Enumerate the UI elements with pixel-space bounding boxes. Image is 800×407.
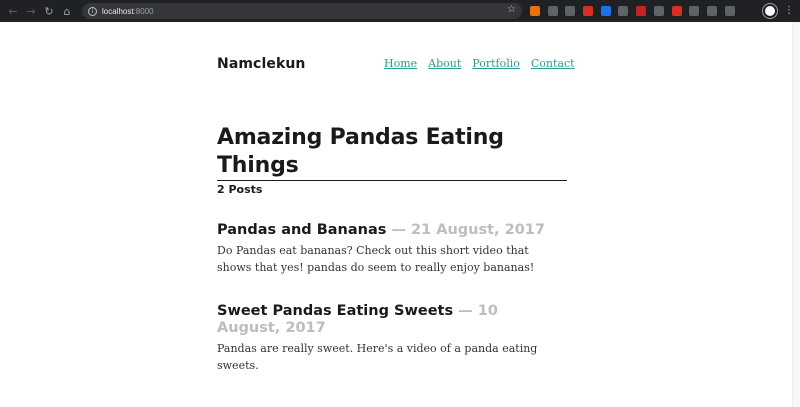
address-bar[interactable]: i localhost:8000 ☆ <box>82 3 522 19</box>
post-title-link[interactable]: Pandas and Bananas <box>217 222 386 238</box>
nav-link-about[interactable]: About <box>428 57 461 70</box>
nav-link-portfolio[interactable]: Portfolio <box>472 57 520 70</box>
extension-icon[interactable] <box>565 6 576 16</box>
home-icon[interactable]: ⌂ <box>58 0 76 22</box>
nav-link-home[interactable]: Home <box>384 57 417 70</box>
post-date: 21 August, 2017 <box>411 222 545 238</box>
menu-kebab-icon[interactable]: ⋮ <box>784 3 794 19</box>
extension-icon[interactable] <box>618 6 629 16</box>
url-port: :8000 <box>133 6 154 16</box>
extension-icon[interactable] <box>689 6 700 16</box>
page-heading: Amazing Pandas Eating Things <box>217 124 567 181</box>
extension-icon[interactable] <box>724 6 735 16</box>
extension-icon[interactable] <box>671 6 682 16</box>
post-separator: — <box>453 303 478 319</box>
extension-icon[interactable] <box>547 6 558 16</box>
post-excerpt: Do Pandas eat bananas? Check out this sh… <box>217 244 535 274</box>
post-header: Pandas and Bananas — 21 August, 2017 <box>217 222 562 239</box>
profile-avatar[interactable] <box>763 4 777 18</box>
forward-arrow-icon[interactable]: → <box>22 0 40 22</box>
post-excerpt: Pandas are really sweet. Here's a video … <box>217 342 538 372</box>
url-host: localhost <box>102 6 134 16</box>
reload-icon[interactable]: ↻ <box>40 0 58 22</box>
post-item: Pandas and Bananas — 21 August, 2017 Do … <box>217 222 562 276</box>
site-title[interactable]: Namclekun <box>217 56 306 72</box>
scrollbar[interactable] <box>792 22 800 407</box>
main-nav: Home About Portfolio Contact <box>384 57 586 70</box>
post-header: Sweet Pandas Eating Sweets — 10 August, … <box>217 303 562 337</box>
bookmark-star-icon[interactable]: ☆ <box>507 4 516 15</box>
extension-icon[interactable] <box>530 6 540 16</box>
post-title-link[interactable]: Sweet Pandas Eating Sweets <box>217 303 453 319</box>
browser-toolbar: ← → ↻ ⌂ i localhost:8000 ☆ ⋮ <box>0 0 800 22</box>
post-separator: — <box>386 222 412 238</box>
extension-icon[interactable] <box>653 6 664 16</box>
extension-icon[interactable] <box>583 6 594 16</box>
extensions-bar <box>530 4 742 18</box>
extension-icon[interactable] <box>636 6 647 16</box>
post-count: 2 Posts <box>217 183 263 196</box>
post-item: Sweet Pandas Eating Sweets — 10 August, … <box>217 303 562 374</box>
nav-link-contact[interactable]: Contact <box>531 57 575 70</box>
back-arrow-icon[interactable]: ← <box>4 0 22 22</box>
info-icon[interactable]: i <box>88 6 97 16</box>
extension-icon[interactable] <box>706 6 717 16</box>
extension-icon[interactable] <box>600 6 611 16</box>
